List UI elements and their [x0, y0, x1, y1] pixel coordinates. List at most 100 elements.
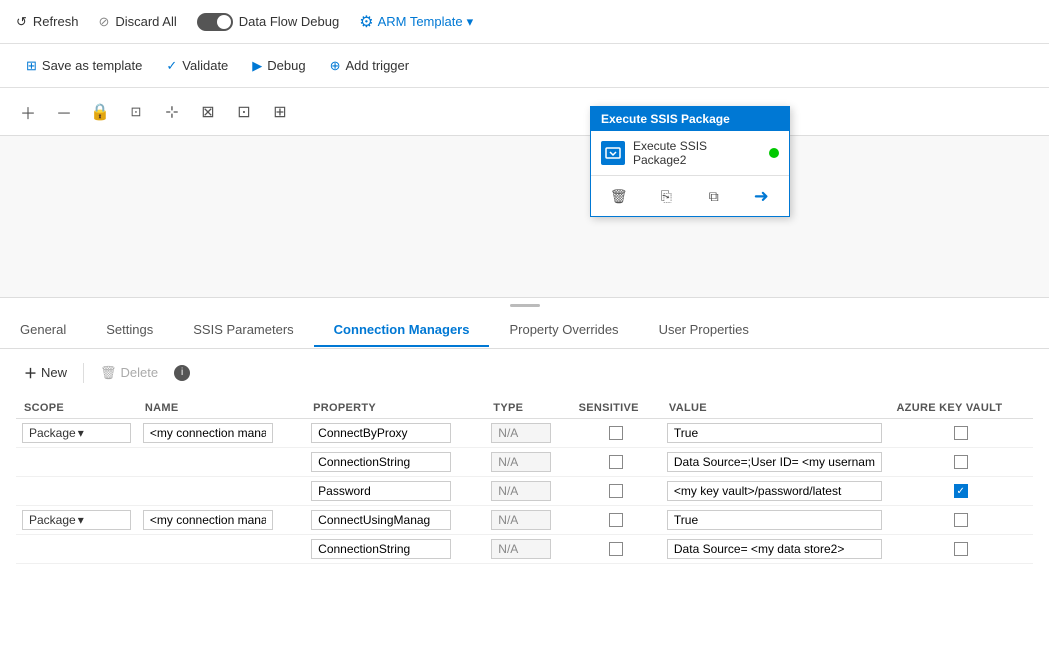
property-cell [305, 506, 485, 535]
property-cell [305, 448, 485, 477]
scope-cell [16, 477, 137, 506]
tab-property-overrides[interactable]: Property Overrides [489, 314, 638, 347]
azure-key-vault-checkbox[interactable] [954, 513, 968, 527]
plus-icon: ＋ [24, 363, 37, 382]
tab-ssis-parameters[interactable]: SSIS Parameters [173, 314, 313, 347]
content-area: ＋ New 🗑 Delete i SCOPENAMEPROPERTYTYPESE… [0, 349, 1049, 574]
add-icon[interactable]: ＋ [16, 100, 40, 124]
refresh-button[interactable]: ↺ Refresh [16, 14, 78, 30]
property-cell [305, 477, 485, 506]
col-header-type: TYPE [485, 398, 570, 419]
tabs-bar: GeneralSettingsSSIS ParametersConnection… [0, 312, 1049, 348]
drag-icon[interactable]: ⊞ [268, 100, 292, 124]
debug-button[interactable]: ▶ Debug [242, 54, 315, 78]
sensitive-checkbox[interactable] [609, 426, 623, 440]
name-cell [137, 477, 305, 506]
property-input[interactable] [311, 423, 451, 443]
copy-activity-icon[interactable]: ⎘ [652, 182, 680, 210]
azure-key-vault-cell [888, 535, 1033, 564]
value-input[interactable] [667, 452, 883, 472]
discard-all-button[interactable]: ⊘ Discard All [98, 14, 176, 30]
arrow-right-icon[interactable]: ➜ [747, 182, 775, 210]
scope-select[interactable]: Package▾ [22, 510, 131, 530]
type-input [491, 510, 551, 530]
tab-connection-managers[interactable]: Connection Managers [314, 314, 490, 347]
azure-key-vault-checkbox[interactable] [954, 455, 968, 469]
name-input[interactable] [143, 423, 273, 443]
col-header-value: VALUE [661, 398, 889, 419]
arm-template-chevron: ▾ [467, 14, 474, 30]
scope-select[interactable]: Package▾ [22, 423, 131, 443]
sensitive-cell [571, 419, 661, 448]
delete-activity-icon[interactable]: 🗑 [605, 182, 633, 210]
scope-cell: Package▾ [16, 506, 137, 535]
property-input[interactable] [311, 452, 451, 472]
azure-key-vault-checkbox[interactable] [954, 426, 968, 440]
property-input[interactable] [311, 539, 451, 559]
delete-button[interactable]: 🗑 Delete [92, 361, 166, 385]
sensitive-cell [571, 506, 661, 535]
sensitive-checkbox[interactable] [609, 513, 623, 527]
top-toolbar: ↺ Refresh ⊘ Discard All Data Flow Debug … [0, 0, 1049, 44]
table-row [16, 535, 1033, 564]
scope-value: Package [29, 426, 76, 440]
type-cell [485, 448, 570, 477]
value-cell [661, 448, 889, 477]
col-header-sensitive: SENSITIVE [571, 398, 661, 419]
ssis-package-card: Execute SSIS Package Execute SSIS Packag… [590, 106, 790, 217]
select-all-icon[interactable]: ⊠ [196, 100, 220, 124]
name-input[interactable] [143, 510, 273, 530]
canvas-area: ＋ － 🔒 ⊡ ⊹ ⊠ ⊡ ⊞ Execute SSIS Package Exe… [0, 88, 1049, 298]
lasso-select-icon[interactable]: ⊡ [232, 100, 256, 124]
add-trigger-button[interactable]: ⊕ Add trigger [320, 54, 420, 78]
value-input[interactable] [667, 539, 883, 559]
name-cell [137, 448, 305, 477]
value-input[interactable] [667, 510, 883, 530]
type-input [491, 481, 551, 501]
property-input[interactable] [311, 510, 451, 530]
validate-icon: ✓ [166, 58, 177, 74]
table-row: Package▾ [16, 506, 1033, 535]
property-input[interactable] [311, 481, 451, 501]
sensitive-checkbox[interactable] [609, 484, 623, 498]
name-cell [137, 535, 305, 564]
col-header-property: PROPERTY [305, 398, 485, 419]
save-as-template-button[interactable]: ⊞ Save as template [16, 54, 152, 78]
panel-divider[interactable] [0, 298, 1049, 312]
new-button[interactable]: ＋ New [16, 359, 75, 386]
scope-chevron: ▾ [78, 513, 124, 527]
info-icon[interactable]: i [174, 365, 190, 381]
action-bar: ＋ New 🗑 Delete i [16, 359, 1033, 386]
lock-icon[interactable]: 🔒 [88, 100, 112, 124]
discard-icon: ⊘ [98, 14, 109, 30]
value-input[interactable] [667, 481, 883, 501]
select-icon[interactable]: ⊹ [160, 100, 184, 124]
fit-view-icon[interactable]: ⊡ [124, 100, 148, 124]
tab-general[interactable]: General [0, 314, 86, 347]
property-cell [305, 419, 485, 448]
value-input[interactable] [667, 423, 883, 443]
data-flow-debug-toggle[interactable]: Data Flow Debug [197, 13, 339, 31]
arm-template-icon: ⚙ [359, 12, 373, 32]
tab-settings[interactable]: Settings [86, 314, 173, 347]
trigger-icon: ⊕ [330, 58, 341, 74]
remove-icon[interactable]: － [52, 100, 76, 124]
clone-activity-icon[interactable]: ⧉ [700, 182, 728, 210]
tab-user-properties[interactable]: User Properties [639, 314, 769, 347]
ssis-package-icon [601, 141, 625, 165]
type-cell [485, 477, 570, 506]
value-cell [661, 535, 889, 564]
ssis-card-body[interactable]: Execute SSIS Package2 [591, 131, 789, 176]
sensitive-checkbox[interactable] [609, 542, 623, 556]
trash-icon: 🗑 [100, 365, 117, 381]
arm-template-button[interactable]: ⚙ ARM Template ▾ [359, 12, 473, 32]
toggle-switch[interactable] [197, 13, 233, 31]
sensitive-cell [571, 448, 661, 477]
azure-key-vault-checkbox[interactable]: ✓ [954, 484, 968, 498]
azure-key-vault-checkbox[interactable] [954, 542, 968, 556]
table-row: ✓ [16, 477, 1033, 506]
scope-chevron: ▾ [78, 426, 124, 440]
connection-managers-table: SCOPENAMEPROPERTYTYPESENSITIVEVALUEAZURE… [16, 398, 1033, 564]
validate-button[interactable]: ✓ Validate [156, 54, 238, 78]
sensitive-checkbox[interactable] [609, 455, 623, 469]
